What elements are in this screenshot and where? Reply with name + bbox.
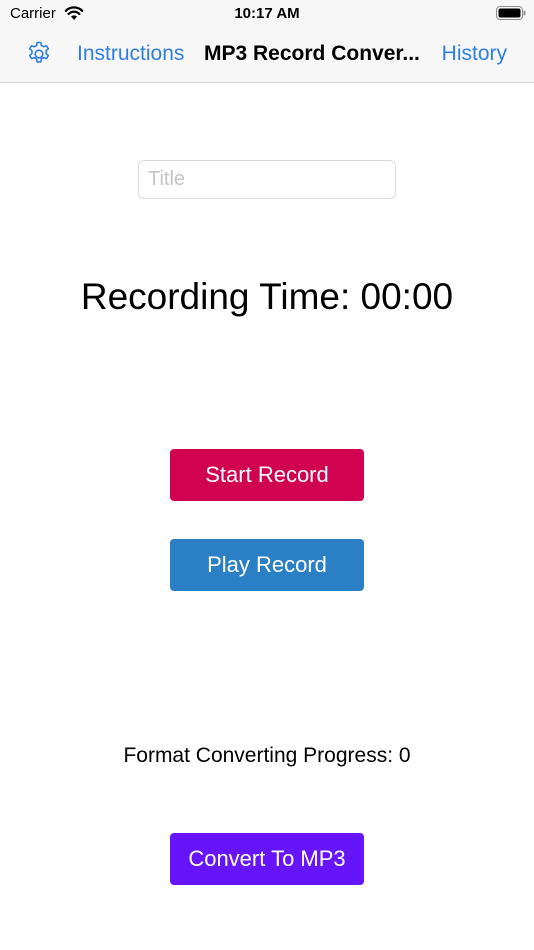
- start-record-button[interactable]: Start Record: [170, 449, 364, 501]
- convert-to-mp3-button[interactable]: Convert To MP3: [170, 833, 364, 885]
- navigation-bar: Instructions MP3 Record Conver... Histor…: [0, 28, 534, 83]
- status-time: 10:17 AM: [234, 5, 300, 22]
- recording-time-label: Recording Time: 00:00: [80, 276, 454, 317]
- converting-progress-label: Format Converting Progress: 0: [123, 744, 411, 767]
- play-record-button[interactable]: Play Record: [170, 539, 364, 591]
- page-title: MP3 Record Conver...: [204, 42, 420, 65]
- battery-icon: [496, 6, 526, 20]
- instructions-link[interactable]: Instructions: [77, 42, 184, 66]
- title-input[interactable]: [138, 160, 396, 199]
- gear-icon[interactable]: [25, 40, 53, 68]
- history-link[interactable]: History: [442, 42, 507, 66]
- status-bar: Carrier 10:17 AM: [0, 0, 534, 28]
